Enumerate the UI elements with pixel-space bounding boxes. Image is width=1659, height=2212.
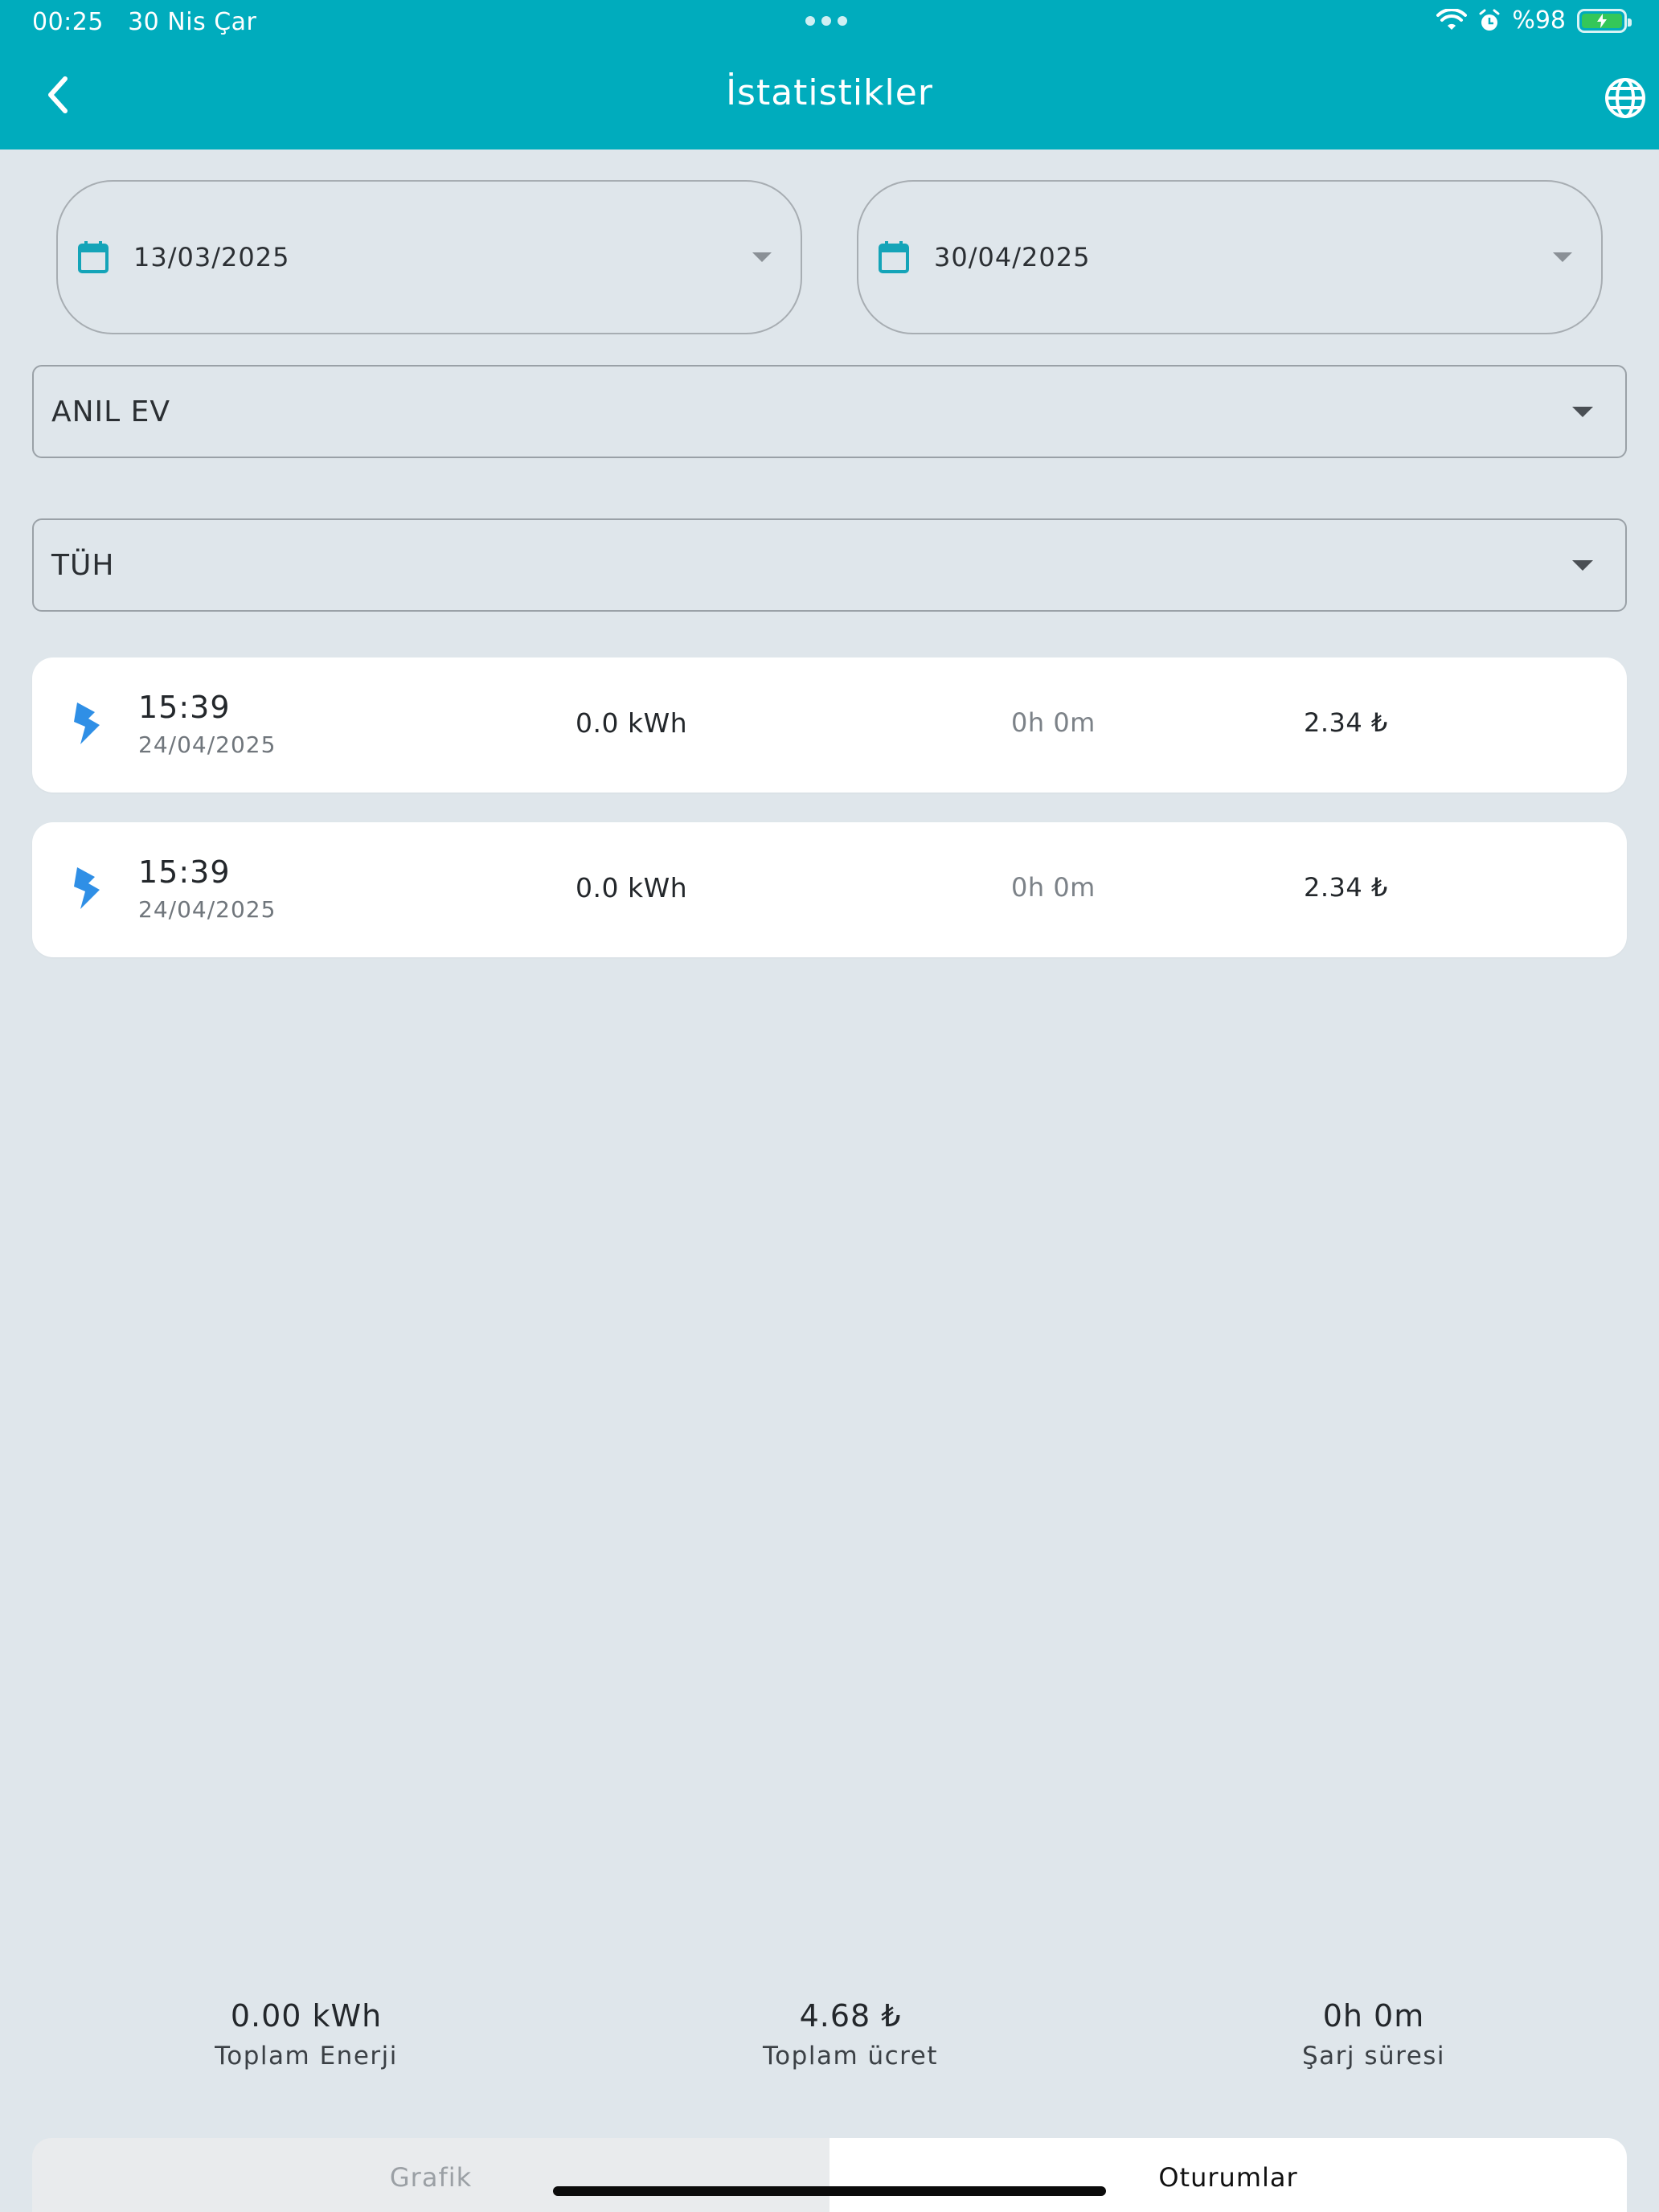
- chevron-down-icon: [752, 252, 772, 262]
- status-bar-time: 00:25 30 Nis Çar: [32, 8, 256, 36]
- total-cost-label: Toplam ücret: [763, 2042, 938, 2071]
- total-cost: 4.68 ₺ Toplam ücret: [641, 1998, 1059, 2071]
- session-time: 15:39: [138, 690, 231, 725]
- session-duration: 0h 0m: [1011, 707, 1096, 738]
- session-date: 24/04/2025: [138, 896, 276, 923]
- session-price: 2.34 ₺: [1304, 872, 1388, 903]
- session-row[interactable]: 15:39 24/04/2025 0.0 kWh 0h 0m 2.34 ₺: [32, 822, 1627, 957]
- page-title: İstatistikler: [726, 72, 933, 113]
- chevron-down-icon: [1553, 252, 1572, 262]
- session-energy: 0.0 kWh: [576, 872, 688, 903]
- total-charge-duration: 0h 0m Şarj süresi: [1165, 1998, 1583, 2071]
- session-price: 2.34 ₺: [1304, 707, 1388, 738]
- language-button[interactable]: [1601, 74, 1649, 122]
- location-select-value: ANIL EV: [51, 395, 171, 428]
- session-date: 24/04/2025: [138, 731, 276, 758]
- app-bar: 00:25 30 Nis Çar %98 İstatistikler: [0, 0, 1659, 150]
- calendar-icon: [879, 241, 909, 273]
- lightning-bolt-icon: [74, 867, 100, 909]
- charger-select[interactable]: TÜH: [32, 518, 1627, 612]
- session-row[interactable]: 15:39 24/04/2025 0.0 kWh 0h 0m 2.34 ₺: [32, 657, 1627, 793]
- status-date: 30 Nis Çar: [128, 8, 257, 36]
- end-date-picker[interactable]: 30/04/2025: [857, 180, 1603, 334]
- location-select[interactable]: ANIL EV: [32, 365, 1627, 458]
- wifi-icon: [1436, 8, 1468, 30]
- tab-grafik[interactable]: Grafik: [32, 2138, 830, 2212]
- start-date-value: 13/03/2025: [133, 242, 290, 272]
- battery-icon: [1577, 8, 1632, 33]
- total-duration-value: 0h 0m: [1322, 1998, 1425, 2034]
- total-energy-label: Toplam Enerji: [215, 2042, 398, 2071]
- status-time: 00:25: [32, 8, 104, 36]
- total-cost-value: 4.68 ₺: [799, 1998, 902, 2034]
- total-energy: 0.00 kWh Toplam Enerji: [97, 1998, 515, 2071]
- session-energy: 0.0 kWh: [576, 707, 688, 739]
- chevron-down-icon: [1572, 406, 1593, 417]
- charger-select-value: TÜH: [51, 548, 115, 582]
- home-indicator[interactable]: [553, 2186, 1106, 2196]
- lightning-bolt-icon: [74, 703, 100, 744]
- session-duration: 0h 0m: [1011, 872, 1096, 903]
- battery-percentage: %98: [1512, 6, 1566, 35]
- start-date-picker[interactable]: 13/03/2025: [56, 180, 802, 334]
- end-date-value: 30/04/2025: [934, 242, 1091, 272]
- session-time: 15:39: [138, 854, 231, 890]
- total-energy-value: 0.00 kWh: [230, 1998, 383, 2034]
- view-tabs: Grafik Oturumlar: [32, 2138, 1627, 2212]
- multitasking-dots-icon[interactable]: [805, 16, 847, 26]
- total-duration-label: Şarj süresi: [1301, 2042, 1446, 2071]
- tab-oturumlar[interactable]: Oturumlar: [830, 2138, 1627, 2212]
- chevron-down-icon: [1572, 559, 1593, 571]
- calendar-icon: [78, 241, 109, 273]
- status-indicators: %98: [1436, 6, 1632, 35]
- globe-icon: [1605, 78, 1645, 118]
- alarm-icon: [1479, 9, 1500, 31]
